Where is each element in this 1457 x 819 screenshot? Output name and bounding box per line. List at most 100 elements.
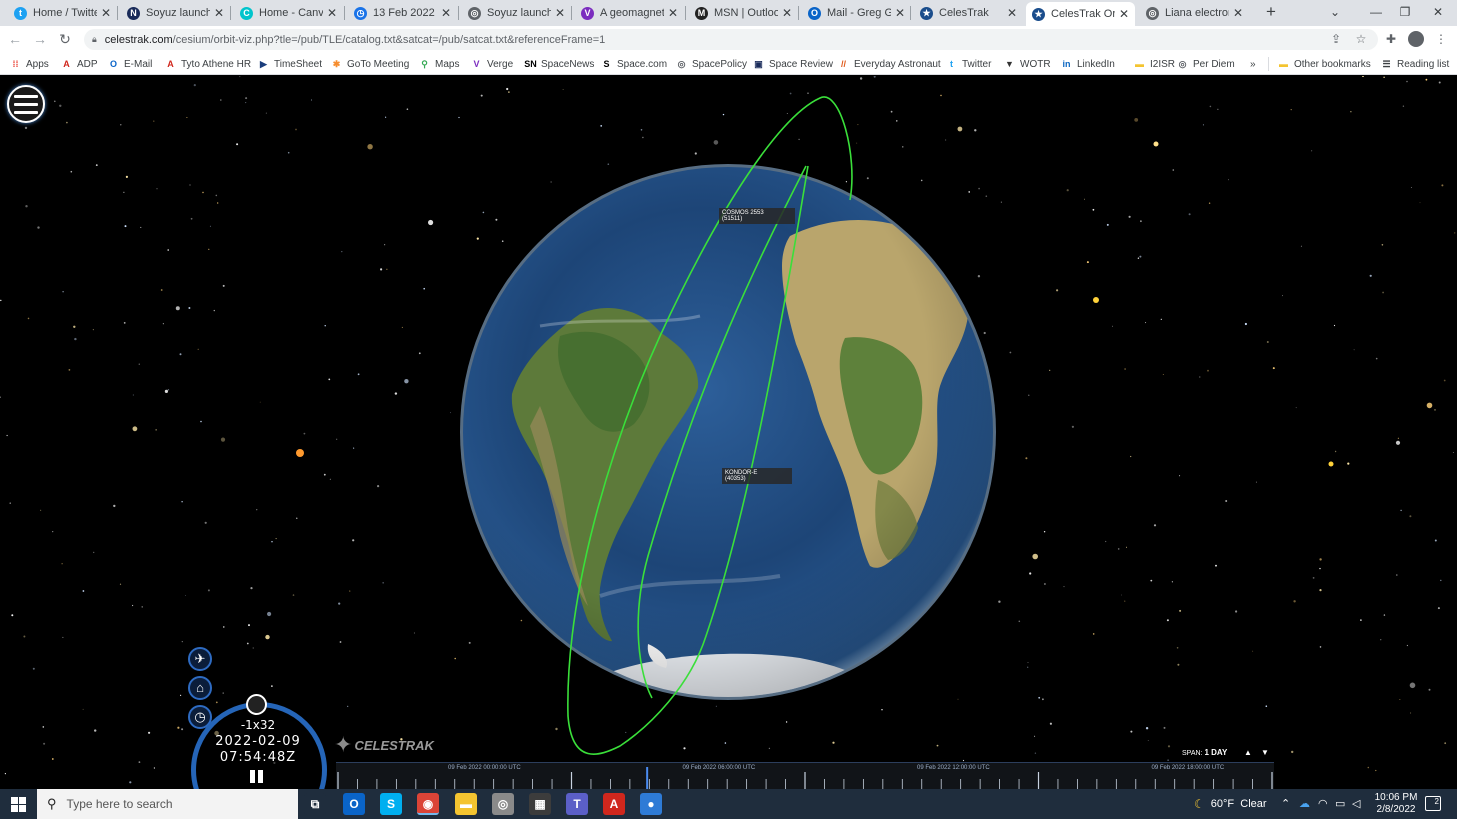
close-icon[interactable]: ✕ <box>895 6 905 20</box>
bookmark-0[interactable]: ⁞⁞ Apps <box>10 57 49 71</box>
menu-bar <box>14 94 38 98</box>
close-icon[interactable]: ✕ <box>441 6 451 20</box>
close-window-icon[interactable]: ✕ <box>1428 3 1448 21</box>
menu-button[interactable] <box>7 85 45 123</box>
span-increase-button[interactable]: ▲ <box>1244 748 1252 757</box>
new-tab-button[interactable]: + <box>1262 3 1280 21</box>
chat-app-icon[interactable]: ● <box>640 793 662 815</box>
satellite-label-1[interactable]: KONDOR-E (40353) <box>722 468 792 484</box>
bookmark-14[interactable]: ▼ WOTR <box>1004 57 1051 71</box>
bookmark-1[interactable]: A ADP <box>61 57 97 71</box>
bookmark-11[interactable]: ▣ Space Review <box>753 57 833 71</box>
start-button[interactable] <box>0 789 36 819</box>
tab-10[interactable]: ◎ Liana electronic ✕ <box>1140 2 1249 24</box>
bookmark-label: WOTR <box>1020 58 1051 70</box>
bookmark-17[interactable]: ◎ Per Diem <box>1177 57 1235 71</box>
bookmark-12[interactable]: // Everyday Astronaut <box>838 57 941 71</box>
animation-speed-knob[interactable] <box>246 694 267 715</box>
tab-3[interactable]: ◷ 13 Feb 2022 - F ✕ <box>348 2 457 24</box>
weather-widget[interactable]: ☾ 60°F Clear <box>1194 797 1267 811</box>
taskbar-search[interactable]: ⚲ Type here to search <box>37 789 298 819</box>
more-menu-icon[interactable]: ⋮ <box>1433 31 1449 47</box>
earth-globe[interactable] <box>0 76 1457 789</box>
bookmark-9[interactable]: S Space.com <box>601 57 667 71</box>
bookmarks-bar: ◎ Per Diem ▬ I2ISR in LinkedIn ▼ WOTR t Twitter //… <box>0 53 1457 75</box>
orbit-viewer[interactable]: COSMOS 2553 (51511) KONDOR-E (40353) ✈ ⌂… <box>0 76 1457 789</box>
file-explorer-icon[interactable]: ▬ <box>455 793 477 815</box>
bookmark-star-icon[interactable]: ☆ <box>1353 31 1369 47</box>
timeline-label: 09 Feb 2022 18:00:00 UTC <box>1151 765 1225 771</box>
bookmark-13[interactable]: t Twitter <box>946 57 991 71</box>
close-icon[interactable]: ✕ <box>101 6 111 20</box>
pause-button[interactable] <box>250 770 264 784</box>
tab-search-icon[interactable]: ⌄ <box>1325 3 1345 21</box>
home-view-button[interactable]: ⌂ <box>188 676 212 700</box>
tab-title: Mail - Greg Gill <box>827 7 891 19</box>
reading-list[interactable]: ☰ Reading list <box>1381 57 1449 71</box>
close-icon[interactable]: ✕ <box>782 6 792 20</box>
close-icon[interactable]: ✕ <box>1233 6 1243 20</box>
system-clock[interactable]: 10:06 PM 2/8/2022 <box>1368 792 1424 816</box>
calculator-icon[interactable]: ▦ <box>529 793 551 815</box>
tab-title: Liana electronic <box>1165 7 1229 19</box>
bookmarks-overflow-button[interactable]: » <box>1250 57 1256 71</box>
share-icon[interactable]: ⇪ <box>1328 31 1344 47</box>
extensions-icon[interactable]: ✚ <box>1383 31 1399 47</box>
tab-5[interactable]: V A geomagnetic ✕ <box>575 2 684 24</box>
profile-avatar[interactable] <box>1408 31 1424 47</box>
bookmark-15[interactable]: in LinkedIn <box>1061 57 1115 71</box>
windows-logo-pane <box>18 796 26 804</box>
tab-2[interactable]: C Home - Canva ✕ <box>234 2 343 24</box>
forward-button[interactable]: → <box>31 30 49 48</box>
bookmark-8[interactable]: SN SpaceNews <box>524 57 594 71</box>
outlook-icon[interactable]: O <box>343 793 365 815</box>
bookmark-16[interactable]: ▬ I2ISR <box>1134 57 1175 71</box>
close-icon[interactable]: ✕ <box>214 6 224 20</box>
restore-icon[interactable]: ❐ <box>1395 3 1415 21</box>
close-icon[interactable]: ✕ <box>555 6 565 20</box>
bookmark-4[interactable]: ▶ TimeSheet <box>258 57 322 71</box>
satellite-select-button[interactable]: ✈ <box>188 647 212 671</box>
tab-4[interactable]: ◎ Soyuz launches ✕ <box>462 2 571 24</box>
chrome-icon[interactable]: ◉ <box>417 793 439 815</box>
back-button[interactable]: ← <box>6 30 24 48</box>
battery-icon[interactable]: ▭ <box>1335 797 1345 810</box>
onedrive-icon[interactable]: ☁ <box>1299 797 1310 810</box>
tab-1[interactable]: N Soyuz launches ✕ <box>121 2 230 24</box>
wifi-icon[interactable]: ◠ <box>1318 797 1328 810</box>
task-view-icon[interactable]: ⧉ <box>304 793 326 815</box>
satellite-label-0[interactable]: COSMOS 2553 (51511) <box>719 208 795 224</box>
bookmark-3[interactable]: A Tyto Athene HR <box>165 57 251 71</box>
adp-icon: A <box>167 59 174 69</box>
bookmark-2[interactable]: O E-Mail <box>108 57 152 71</box>
bookmark-5[interactable]: ✱ GoTo Meeting <box>331 57 410 71</box>
bookmark-label: SpacePolicy <box>692 58 748 70</box>
notification-button[interactable]: 2 <box>1425 796 1441 811</box>
close-icon[interactable]: ✕ <box>668 6 678 20</box>
teams-icon[interactable]: T <box>566 793 588 815</box>
globe-app-icon[interactable]: ◎ <box>492 793 514 815</box>
other-bookmarks[interactable]: ▬ Other bookmarks <box>1278 57 1371 71</box>
acrobat-icon[interactable]: A <box>603 793 625 815</box>
tab-9[interactable]: ★ CelesTrak Orbit ✕ <box>1026 2 1135 26</box>
folder-icon: ▬ <box>1279 59 1288 69</box>
close-icon[interactable]: ✕ <box>327 6 337 20</box>
tab-0[interactable]: t Home / Twitter ✕ <box>8 2 117 24</box>
celestrak-logo[interactable]: ✦ CELESTRAK <box>334 730 434 760</box>
span-decrease-button[interactable]: ▼ <box>1261 748 1269 757</box>
chevron-up-icon[interactable]: ⌃ <box>1281 797 1290 810</box>
close-icon[interactable]: ✕ <box>1007 6 1017 20</box>
bookmark-6[interactable]: ⚲ Maps <box>419 57 459 71</box>
close-icon[interactable]: ✕ <box>1119 7 1129 21</box>
tab-6[interactable]: M MSN | Outlook, ✕ <box>689 2 798 24</box>
skype-icon[interactable]: S <box>380 793 402 815</box>
tab-7[interactable]: O Mail - Greg Gill ✕ <box>802 2 911 24</box>
reload-button[interactable]: ↻ <box>56 30 74 48</box>
address-bar[interactable]: 🔒︎ celestrak.com/cesium/orbit-viz.php?tl… <box>84 29 1378 50</box>
minimize-icon[interactable]: — <box>1366 3 1386 21</box>
timeline[interactable]: 09 Feb 2022 00:00:00 UTC 09 Feb 2022 06:0… <box>336 762 1274 789</box>
volume-icon[interactable]: ◁ <box>1352 797 1360 810</box>
bookmark-7[interactable]: V Verge <box>471 57 513 71</box>
tab-8[interactable]: ★ CelesTrak ✕ <box>914 2 1023 24</box>
bookmark-10[interactable]: ◎ SpacePolicy <box>676 57 747 71</box>
